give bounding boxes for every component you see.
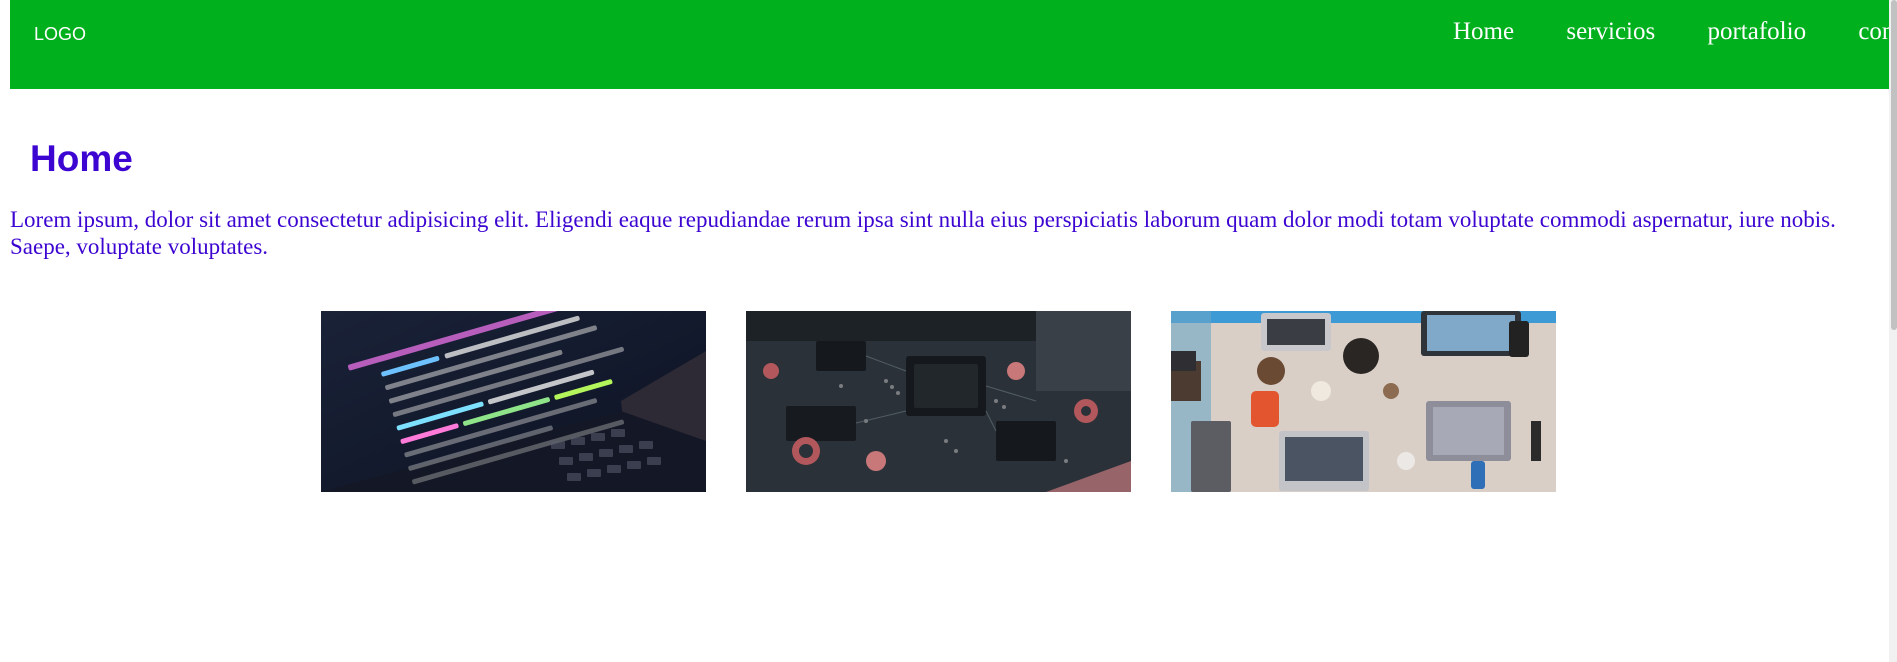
nav-link-servicios[interactable]: servicios: [1566, 18, 1655, 45]
intro-paragraph: Lorem ipsum, dolor sit amet consectetur …: [10, 207, 1836, 259]
scrollbar-thumb[interactable]: [1891, 0, 1897, 330]
nav-links: Home servicios portafolio con: [1453, 18, 1897, 46]
logo[interactable]: LOGO: [34, 24, 86, 45]
page-title: Home: [30, 138, 133, 179]
page: LOGO Home servicios portafolio con Home …: [0, 0, 1897, 662]
navbar: LOGO Home servicios portafolio con: [10, 0, 1894, 89]
nav-link-portafolio[interactable]: portafolio: [1707, 18, 1806, 45]
nav-link-home[interactable]: Home: [1453, 18, 1514, 45]
circuit-board-image: [746, 311, 1131, 492]
desk-laptops-image: [1171, 311, 1556, 492]
code-laptop-image: [321, 311, 706, 492]
